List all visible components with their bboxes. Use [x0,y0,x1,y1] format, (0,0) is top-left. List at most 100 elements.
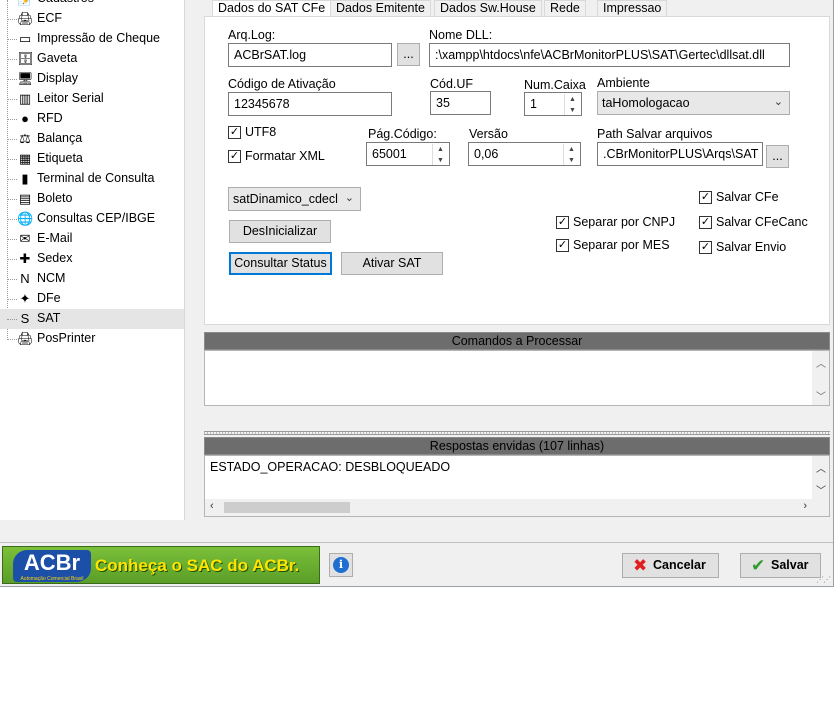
num-caixa-spinner[interactable]: ▲ ▼ [564,94,580,115]
panel-splitter[interactable] [204,431,830,435]
tab-impressao[interactable]: Impressao [597,0,667,17]
cheque-icon: ▭ [18,31,32,46]
tree-item-dfe[interactable]: ✦ DFe [0,289,184,309]
spin-down-icon[interactable]: ▼ [565,105,580,115]
tree-item-ecf[interactable]: 🖨 ECF [0,9,184,29]
salvar-cfecanc-checkbox[interactable]: ✓ Salvar CFeCanc [699,215,811,231]
respostas-memo[interactable]: ESTADO_OPERACAO: DESBLOQUEADO ︿ ﹀ ‹ › [204,455,830,517]
tree-item-boleto[interactable]: ▤ Boleto [0,189,184,209]
spin-up-icon[interactable]: ▲ [565,94,580,105]
utf8-checkbox[interactable]: ✓ UTF8 [228,125,288,141]
cod-uf-input[interactable]: 35 [430,91,491,115]
pag-codigo-input[interactable]: 65001 ▲ ▼ [366,142,450,166]
dfe-icon: ✦ [19,291,31,306]
respostas-vertical-scrollbar[interactable]: ︿ ﹀ [812,456,829,499]
ncm-icon: N [20,271,30,286]
nome-dll-input[interactable]: :\xampp\htdocs\nfe\ACBrMonitorPLUS\SAT\G… [429,43,790,67]
tree-connector [7,159,17,160]
path-salvar-input[interactable]: .CBrMonitorPLUS\Arqs\SAT [597,142,763,166]
spin-down-icon[interactable]: ▼ [433,155,448,165]
cash-drawer-icon: 🗄 [17,51,34,66]
tree-item-terminal-de-consulta[interactable]: ▮ Terminal de Consulta [0,169,184,189]
pag-codigo-spinner[interactable]: ▲ ▼ [432,144,448,165]
versao-input[interactable]: 0,06 ▲ ▼ [468,142,581,166]
terminal-icon: ▮ [21,171,29,186]
tree-item-rfd[interactable]: ● RFD [0,109,184,129]
tree-item-label: Terminal de Consulta [37,171,155,185]
cod-uf-label: Cód.UF [430,77,474,91]
scroll-right-icon[interactable]: › [803,500,807,512]
arq-log-input[interactable]: ACBrSAT.log [228,43,392,67]
tree-connector [7,199,17,200]
resize-grip-icon[interactable]: ⋰⋰ [816,575,831,584]
tab-rede[interactable]: Rede [544,0,586,17]
separar-cnpj-checkbox[interactable]: ✓ Separar por CNPJ [556,215,686,231]
tree-item-gaveta[interactable]: 🗄 Gaveta [0,49,184,69]
tab-dados-sw-house[interactable]: Dados Sw.House [434,0,542,17]
tree-item-label: RFD [37,111,63,125]
spin-up-icon[interactable]: ▲ [433,144,448,155]
tree-item-e-mail[interactable]: ✉ E-Mail [0,229,184,249]
bottom-bar: ACBr Automação Comercial Brasil Conheça … [0,542,833,586]
tree-item-balan-a[interactable]: ⚖ Balança [0,129,184,149]
codigo-ativacao-input[interactable]: 12345678 [228,92,392,116]
scroll-down-icon[interactable]: ﹀ [816,388,826,403]
scroll-down-icon[interactable]: ﹀ [816,482,826,497]
ativar-sat-button[interactable]: Ativar SAT [341,252,443,275]
tree-item-posprinter[interactable]: 🖨 PosPrinter [0,329,184,349]
num-caixa-input[interactable]: 1 ▲ ▼ [524,92,582,116]
scroll-up-icon[interactable]: ︿ [816,355,826,370]
sedex-icon: ✚ [19,251,31,266]
arq-log-label: Arq.Log: [228,28,276,42]
formatar-xml-checkbox[interactable]: ✓ Formatar XML [228,149,338,165]
tree-item-impress-o-de-cheque[interactable]: ▭ Impressão de Cheque [0,29,184,49]
tree-connector [7,59,17,60]
tree-item-sedex[interactable]: ✚ Sedex [0,249,184,269]
tree-item-display[interactable]: 🖥 Display [0,69,184,89]
scroll-left-icon[interactable]: ‹ [210,500,214,512]
cancelar-button[interactable]: ✖ Cancelar [622,553,719,578]
tree-connector [7,239,17,240]
modelo-sat-select[interactable]: satDinamico_cdecl ⌄ [228,187,361,211]
horizontal-scroll-thumb[interactable] [224,502,350,513]
tree-connector [7,19,17,20]
posprinter-icon: 🖨 [17,331,34,346]
info-icon: i [333,557,349,573]
tree-vertical-scrollbar[interactable]: ⌄ [184,0,185,520]
tree-item-ncm[interactable]: N NCM [0,269,184,289]
tree-item-leitor-serial[interactable]: ▥ Leitor Serial [0,89,184,109]
config-tree: 📝Cadastros🖨ECF▭Impressão de Cheque🗄Gavet… [0,0,185,520]
spin-down-icon[interactable]: ▼ [564,155,579,165]
comandos-memo[interactable]: ︿ ﹀ [204,350,830,406]
sac-banner[interactable]: ACBr Automação Comercial Brasil Conheça … [2,546,320,584]
arq-log-browse-button[interactable]: ... [397,43,420,66]
tree-item-label: Gaveta [37,51,78,65]
tree-item-etiqueta[interactable]: ▦ Etiqueta [0,149,184,169]
tree-item-sat[interactable]: S SAT [0,309,184,329]
comandos-scrollbar[interactable]: ︿ ﹀ [812,351,829,405]
salvar-cfe-checkbox[interactable]: ✓ Salvar CFe [699,190,799,206]
consultar-status-button[interactable]: Consultar Status [229,252,332,275]
scroll-up-icon[interactable]: ︿ [816,460,826,475]
tree-item-label: Display [37,71,78,85]
tree-item-label: PosPrinter [37,331,96,345]
path-salvar-browse-button[interactable]: ... [766,145,789,168]
tree-item-label: NCM [37,271,66,285]
rfd-icon: ● [21,111,29,126]
tree-item-label: Impressão de Cheque [37,31,160,45]
versao-spinner[interactable]: ▲ ▼ [563,144,579,165]
tree-item-label: DFe [37,291,61,305]
comandos-header: Comandos a Processar [204,332,830,350]
acbr-logo: ACBr Automação Comercial Brasil [13,550,91,582]
spin-up-icon[interactable]: ▲ [564,144,579,155]
info-button[interactable]: i [329,553,353,577]
salvar-button[interactable]: ✔ Salvar [740,553,821,578]
respostas-horizontal-scrollbar[interactable]: ‹ › [205,499,829,516]
ambiente-select[interactable]: taHomologacao ⌄ [597,91,790,115]
tab-dados-emitente[interactable]: Dados Emitente [330,0,431,17]
desinicializar-button[interactable]: DesInicializar [229,220,331,243]
tree-item-cadastros[interactable]: 📝 Cadastros [0,0,184,9]
salvar-envio-checkbox[interactable]: ✓ Salvar Envio [699,240,799,256]
tree-item-consultas-cep-ibge[interactable]: 🌐 Consultas CEP/IBGE [0,209,184,229]
separar-mes-checkbox[interactable]: ✓ Separar por MES [556,238,686,254]
